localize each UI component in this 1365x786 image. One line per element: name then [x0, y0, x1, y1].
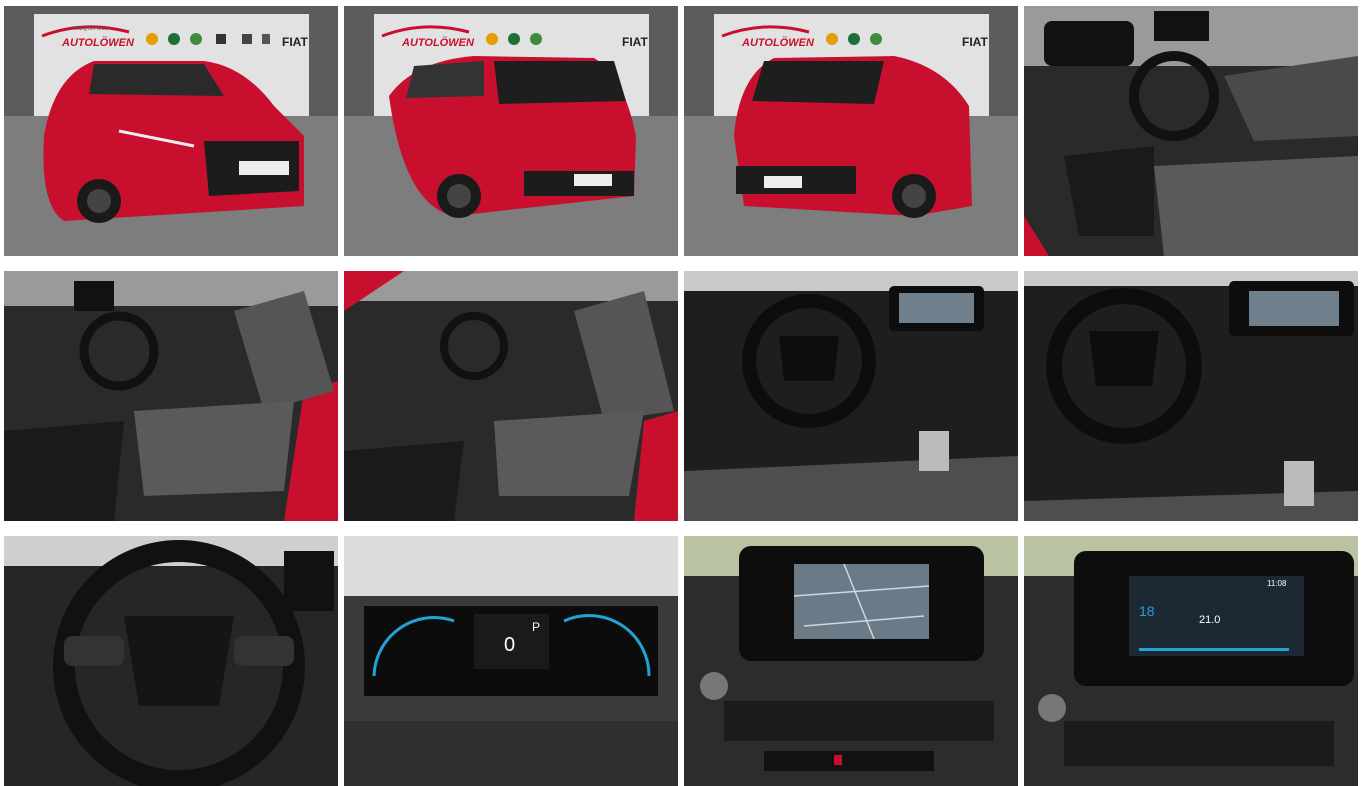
rear-right-photo: AUTOLÖWEN FIAT: [684, 6, 1018, 256]
svg-text:AUTOLÖWEN: AUTOLÖWEN: [741, 36, 815, 49]
photo-tile-10[interactable]: 0 P: [344, 536, 678, 786]
gear-readout: P: [532, 620, 540, 634]
photo-tile-2[interactable]: AUTOLÖWEN FIAT: [344, 6, 678, 256]
red-car-rear-right: [734, 56, 972, 218]
photo-tile-7[interactable]: [684, 271, 1018, 521]
dashboard-photo: [684, 271, 1018, 521]
svg-text:FIAT: FIAT: [622, 35, 648, 49]
svg-text:AUTOLÖWEN: AUTOLÖWEN: [61, 36, 135, 49]
front-seat-photo: [4, 271, 338, 521]
photo-gallery: AUTOLÖWEN Klang der Kraft FIAT AUTOLÖWEN…: [0, 0, 1365, 786]
svg-text:Klang der Kraft: Klang der Kraft: [74, 26, 108, 32]
infotainment-navigation-photo: [684, 536, 1018, 786]
svg-text:AUTOLÖWEN: AUTOLÖWEN: [401, 36, 475, 49]
speed-readout: 0: [504, 634, 515, 656]
clock: 11:08: [1267, 579, 1287, 588]
photo-tile-9[interactable]: [4, 536, 338, 786]
front-three-quarter-photo: AUTOLÖWEN Klang der Kraft FIAT: [4, 6, 338, 256]
photo-tile-8[interactable]: [1024, 271, 1358, 521]
interior-driver-photo: [1024, 6, 1358, 256]
dashboard-photo-2: [1024, 271, 1358, 521]
infotainment-climate-photo: 18 21.0 11:08: [1024, 536, 1358, 786]
photo-tile-3[interactable]: AUTOLÖWEN FIAT: [684, 6, 1018, 256]
photo-tile-6[interactable]: [344, 271, 678, 521]
steering-wheel-photo: [4, 536, 338, 786]
photo-tile-5[interactable]: [4, 271, 338, 521]
front-seat-photo-2: [344, 271, 678, 521]
temp-center: 21.0: [1199, 614, 1220, 626]
photo-tile-4[interactable]: [1024, 6, 1358, 256]
svg-text:FIAT: FIAT: [282, 35, 308, 49]
photo-tile-12[interactable]: 18 21.0 11:08: [1024, 536, 1358, 786]
instrument-cluster-photo: 0 P: [344, 536, 678, 786]
photo-tile-1[interactable]: AUTOLÖWEN Klang der Kraft FIAT: [4, 6, 338, 256]
rear-left-photo: AUTOLÖWEN FIAT: [344, 6, 678, 256]
temp-left: 18: [1139, 603, 1155, 619]
navigation-map: [794, 564, 929, 639]
photo-tile-11[interactable]: [684, 536, 1018, 786]
svg-text:FIAT: FIAT: [962, 35, 988, 49]
red-car-rear: [389, 56, 636, 218]
